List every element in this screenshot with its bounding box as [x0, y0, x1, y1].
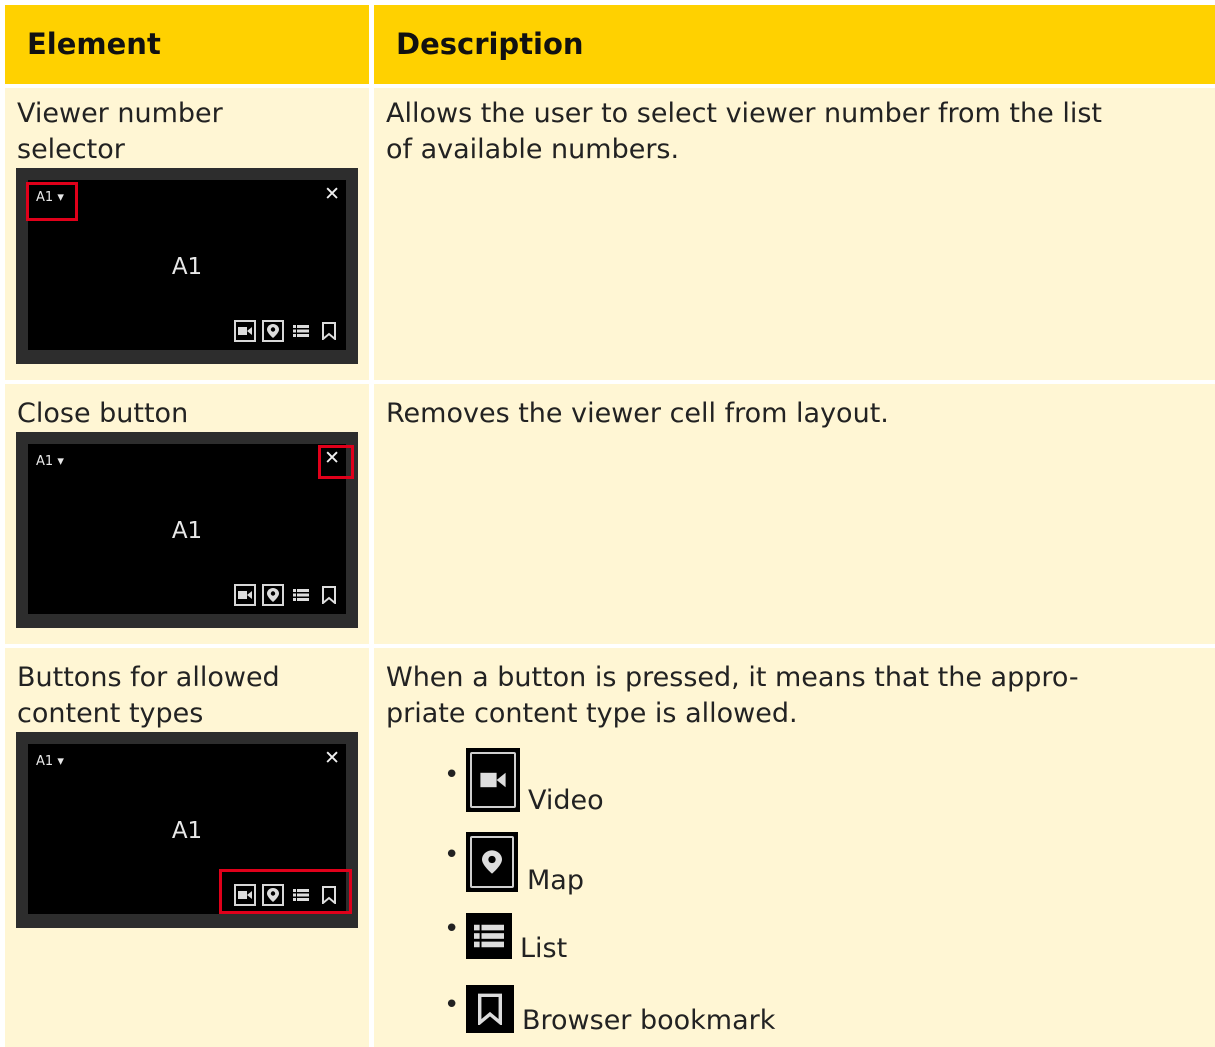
row1-description-line1: Allows the user to select viewer number … — [386, 98, 1102, 129]
header-description: Description — [374, 5, 1215, 84]
header-element-label: Element — [27, 27, 161, 61]
highlight-viewer-number — [26, 182, 78, 221]
highlight-close-button — [318, 445, 354, 479]
video-icon[interactable] — [234, 320, 256, 342]
bullet: • — [444, 840, 460, 870]
bullet: • — [444, 990, 460, 1020]
map-icon[interactable] — [262, 320, 284, 342]
list-icon[interactable] — [290, 320, 312, 342]
viewer-center-label: A1 — [171, 254, 203, 280]
row3-description-line1: When a button is pressed, it means that … — [386, 662, 1079, 693]
list-icon — [466, 913, 512, 959]
row3-element-line2: content types — [17, 698, 204, 729]
row1-description-cell: Allows the user to select viewer number … — [374, 88, 1215, 380]
content-type-map: Map — [527, 865, 584, 896]
content-type-list: List — [520, 933, 568, 964]
header-description-label: Description — [396, 27, 584, 61]
viewer-number-selector[interactable]: A1 ▾ — [36, 754, 64, 769]
video-icon — [466, 748, 520, 812]
map-icon — [466, 832, 518, 892]
row1-element-line1: Viewer number — [17, 98, 223, 129]
viewer-center-label: A1 — [171, 818, 203, 844]
row1-description-line2: of available numbers. — [386, 134, 680, 165]
content-type-video: Video — [528, 785, 604, 816]
highlight-content-buttons — [219, 869, 352, 914]
viewer-center-label: A1 — [171, 518, 203, 544]
bookmark-icon[interactable] — [318, 584, 340, 606]
bookmark-icon[interactable] — [318, 320, 340, 342]
close-icon[interactable]: ✕ — [324, 747, 340, 769]
row3-element-line1: Buttons for allowed — [17, 662, 280, 693]
row2-description-cell: Removes the viewer cell from layout. — [374, 384, 1215, 644]
bullet: • — [444, 914, 460, 944]
close-icon[interactable]: ✕ — [324, 183, 340, 205]
bullet: • — [444, 760, 460, 790]
row1-element-line2: selector — [17, 134, 125, 165]
content-type-bookmark: Browser bookmark — [522, 1005, 776, 1036]
viewer-screenshot-2: A1 ▾ ✕ A1 — [16, 432, 358, 628]
viewer-number-selector[interactable]: A1 ▾ — [36, 454, 64, 469]
row2-element-line1: Close button — [17, 398, 189, 429]
header-element: Element — [5, 5, 369, 84]
bookmark-icon — [466, 985, 514, 1033]
video-icon[interactable] — [234, 584, 256, 606]
list-icon[interactable] — [290, 584, 312, 606]
map-icon[interactable] — [262, 584, 284, 606]
row2-description-line1: Removes the viewer cell from layout. — [386, 398, 889, 429]
row3-description-line2: priate content type is allowed. — [386, 698, 798, 729]
